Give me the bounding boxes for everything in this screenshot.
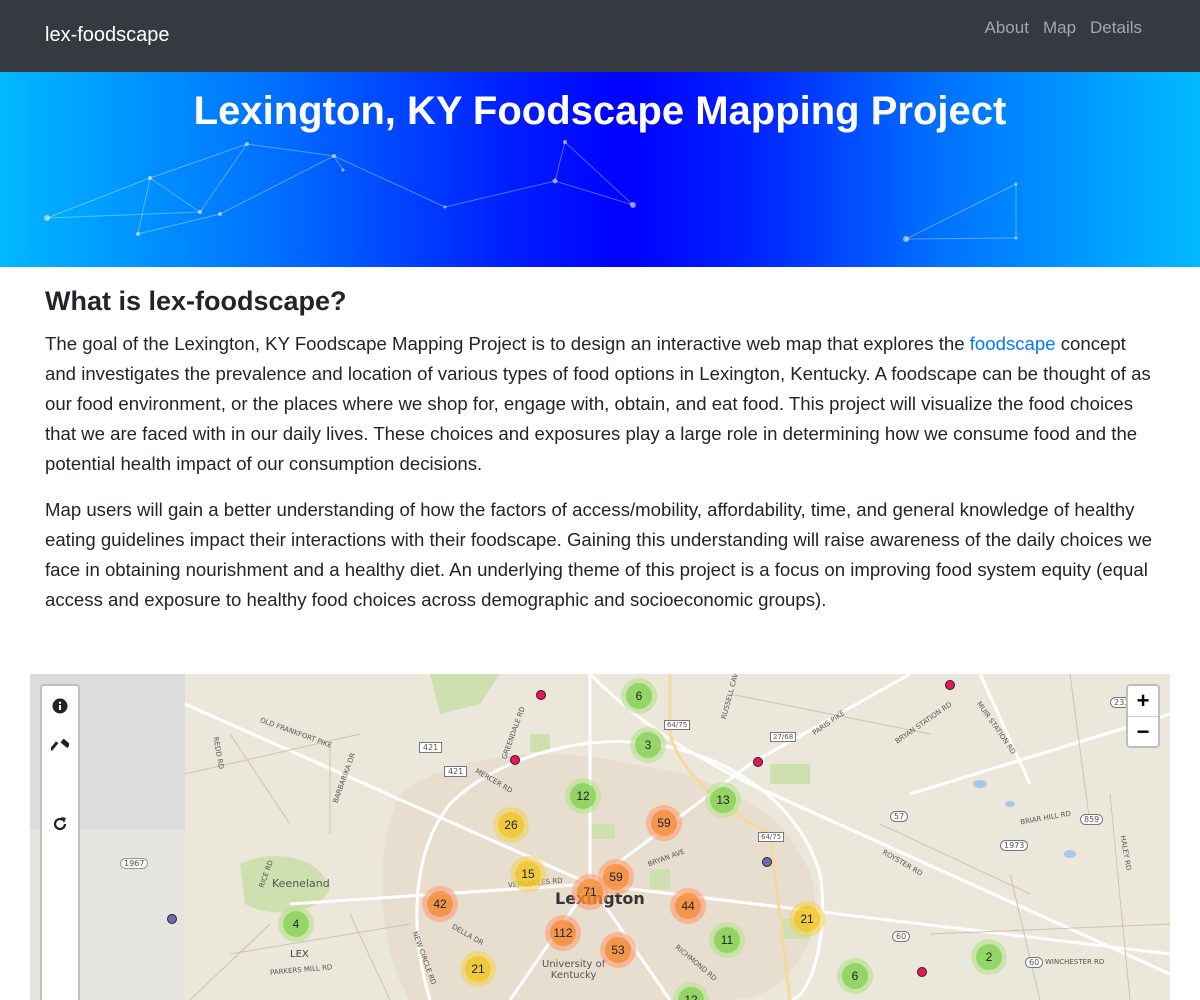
marker-cluster[interactable]: 6	[837, 958, 873, 994]
route-shield-27-68: 27/68	[770, 732, 797, 742]
marker-cluster[interactable]: 15	[510, 856, 546, 892]
marker-cluster[interactable]: 3	[630, 727, 666, 763]
tools-button[interactable]	[42, 728, 78, 764]
food-point-marker[interactable]	[167, 914, 177, 924]
map-label-keeneland: Keeneland	[272, 877, 330, 890]
zoom-control: + −	[1126, 684, 1160, 748]
food-point-marker[interactable]	[917, 967, 927, 977]
marker-cluster[interactable]: 12	[565, 778, 601, 814]
route-shield-421-a: 421	[419, 742, 443, 753]
route-shield-64-75-b: 64/75	[758, 832, 785, 842]
route-shield-64-75-a: 64/75	[664, 720, 691, 730]
cluster-count: 21	[794, 906, 820, 932]
zoom-out-button[interactable]: −	[1128, 716, 1158, 746]
marker-cluster[interactable]: 59	[646, 805, 682, 841]
nav-link-details[interactable]: Details	[1090, 18, 1142, 38]
cluster-count: 59	[651, 810, 677, 836]
marker-cluster[interactable]: 11	[709, 922, 745, 958]
route-shield-859: 859	[1080, 814, 1104, 825]
cluster-count: 21	[465, 956, 491, 982]
marker-cluster[interactable]: 42	[422, 886, 458, 922]
food-point-marker[interactable]	[945, 680, 955, 690]
about-p1-before: The goal of the Lexington, KY Foodscape …	[45, 333, 970, 354]
about-section: What is lex-foodscape? The goal of the L…	[45, 285, 1155, 631]
foodscape-link[interactable]: foodscape	[970, 333, 1056, 354]
cluster-count: 4	[283, 911, 309, 937]
road-label-winchester-rd: WINCHESTER RD	[1045, 958, 1105, 966]
cluster-count: 13	[710, 787, 736, 813]
hammer-icon	[51, 738, 69, 751]
food-point-marker[interactable]	[510, 755, 520, 765]
map-label-university-of-kentucky: University of Kentucky	[542, 959, 606, 981]
brand-link[interactable]: lex-foodscape	[45, 24, 170, 47]
cluster-count: 112	[550, 920, 576, 946]
about-paragraph-2: Map users will gain a better understandi…	[45, 499, 1152, 610]
route-shield-60-a: 60	[892, 931, 911, 942]
redo-icon	[53, 817, 67, 831]
nav-link-about[interactable]: About	[985, 18, 1029, 38]
cluster-count: 6	[626, 683, 652, 709]
about-heading: What is lex-foodscape?	[45, 286, 347, 316]
navbar: lex-foodscape About Map Details	[0, 0, 1200, 72]
map-label-lex-airport: LEX	[290, 949, 309, 960]
route-shield-57: 57	[890, 811, 909, 822]
food-point-marker[interactable]	[536, 690, 546, 700]
cluster-count: 53	[605, 937, 631, 963]
marker-cluster[interactable]: 21	[460, 951, 496, 987]
marker-cluster[interactable]: 13	[705, 782, 741, 818]
hero-banner: Lexington, KY Foodscape Mapping Project	[0, 72, 1200, 267]
cluster-count: 12	[678, 987, 704, 1000]
cluster-count: 6	[842, 963, 868, 989]
cluster-count: 2	[976, 944, 1002, 970]
cluster-count: 3	[635, 732, 661, 758]
cluster-count: 71	[577, 879, 603, 905]
marker-cluster[interactable]: 4	[278, 906, 314, 942]
info-circle-icon	[52, 698, 68, 714]
about-paragraph-1: The goal of the Lexington, KY Foodscape …	[45, 329, 1155, 479]
marker-cluster[interactable]: 71	[572, 874, 608, 910]
food-point-marker[interactable]	[753, 757, 763, 767]
food-point-marker[interactable]	[762, 857, 772, 867]
cluster-count: 12	[570, 783, 596, 809]
cluster-count: 42	[427, 891, 453, 917]
marker-cluster[interactable]: 53	[600, 932, 636, 968]
route-shield-421-b: 421	[444, 766, 468, 777]
marker-cluster[interactable]: 6	[621, 678, 657, 714]
route-shield-60-b: 60	[1025, 957, 1044, 968]
map-sidebar-toolbar	[40, 684, 80, 1000]
cluster-count: 26	[498, 812, 524, 838]
marker-cluster[interactable]: 21	[789, 901, 825, 937]
cluster-count: 11	[714, 927, 740, 953]
about-p1-after: concept and investigates the prevalence …	[45, 333, 1151, 474]
hero-title: Lexington, KY Foodscape Mapping Project	[193, 89, 1007, 133]
zoom-in-button[interactable]: +	[1128, 686, 1158, 716]
route-shield-1973: 1973	[1000, 840, 1029, 851]
reset-map-button[interactable]	[42, 806, 78, 842]
marker-cluster[interactable]: 44	[670, 888, 706, 924]
marker-cluster[interactable]: 2	[971, 939, 1007, 975]
nav-links: About Map Details	[985, 18, 1142, 38]
map-container[interactable]: Lexington Keeneland University of Kentuc…	[30, 674, 1170, 1000]
cluster-count: 15	[515, 861, 541, 887]
marker-cluster[interactable]: 26	[493, 807, 529, 843]
nav-link-map[interactable]: Map	[1043, 18, 1076, 38]
info-tool-button[interactable]	[42, 688, 78, 724]
marker-cluster[interactable]: 112	[545, 915, 581, 951]
cluster-count: 44	[675, 893, 701, 919]
route-shield-1967: 1967	[120, 858, 149, 869]
